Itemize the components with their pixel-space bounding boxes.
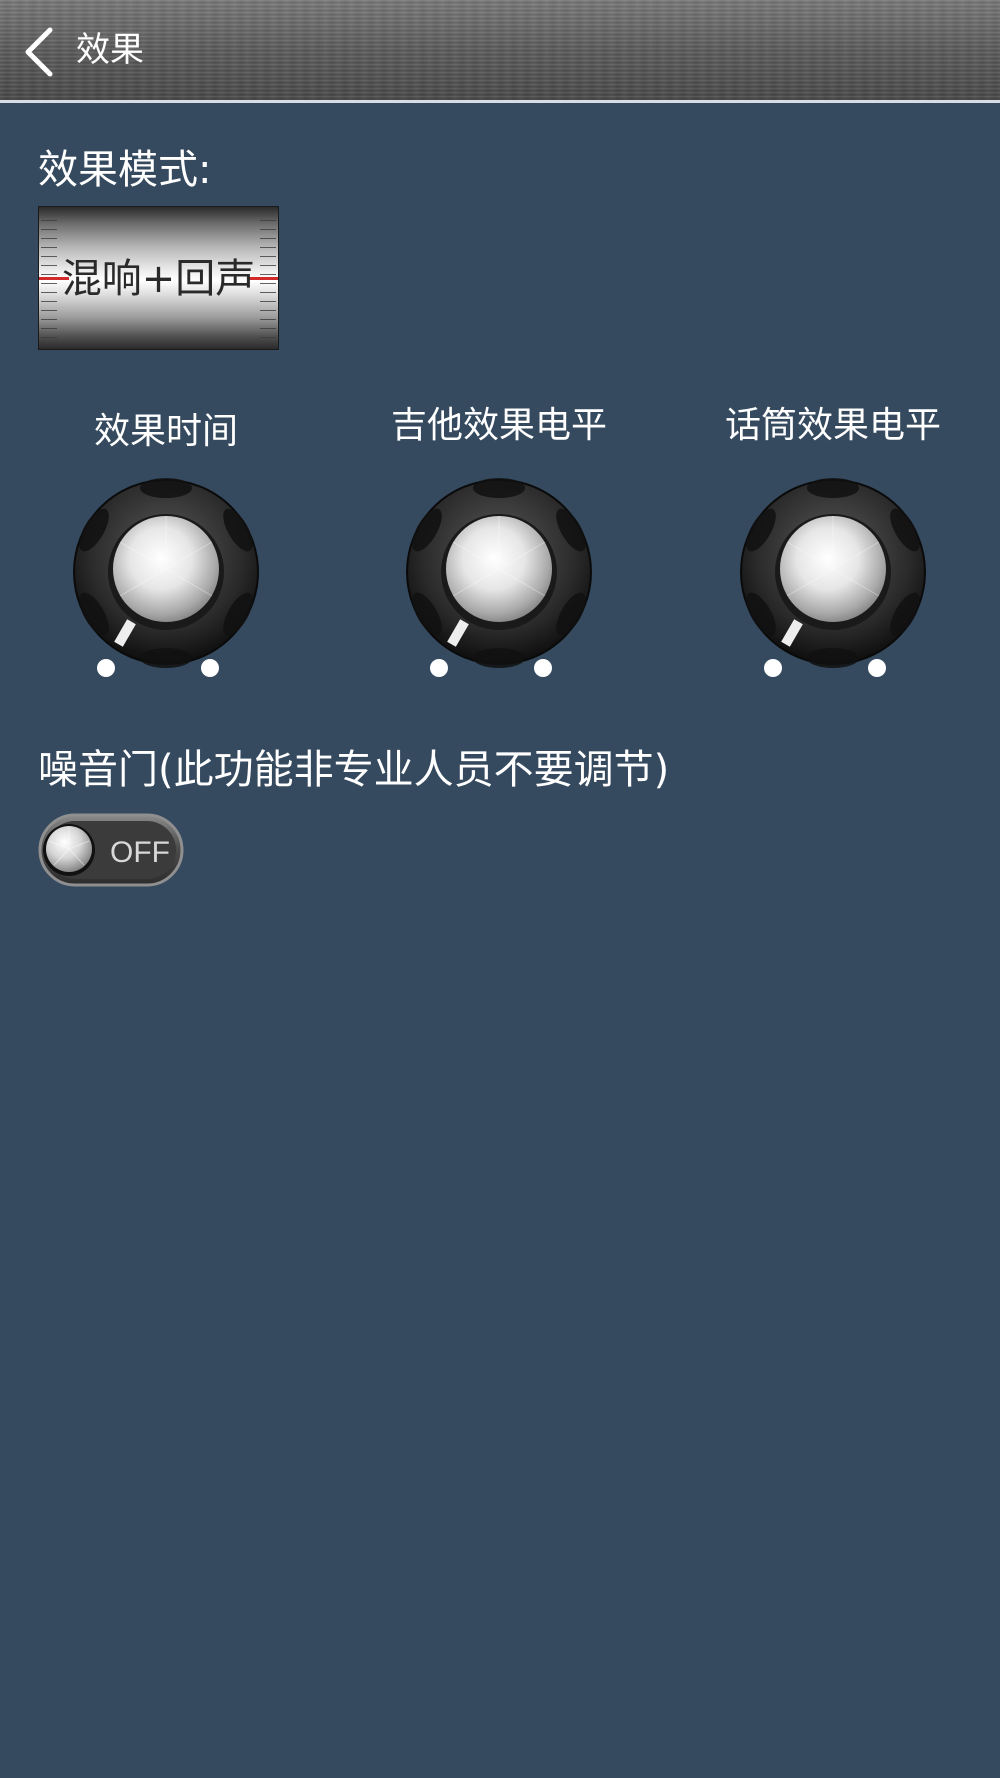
top-bar: 效果: [0, 0, 1000, 103]
effect-mode-selector[interactable]: 混响+回声: [38, 206, 279, 350]
back-button[interactable]: [18, 24, 68, 80]
knob-label-mic-effect: 话筒效果电平: [724, 405, 941, 446]
page-title: 效果: [76, 30, 144, 70]
toggle-state-text: OFF: [110, 836, 170, 869]
rotary-knob-icon[interactable]: [399, 478, 599, 678]
rotary-knob-icon[interactable]: [733, 478, 933, 678]
knob-group-mic-effect: 话筒效果电平: [725, 398, 941, 698]
effect-mode-label: 效果模式:: [38, 147, 212, 193]
knob-label-effect-time: 效果时间: [93, 411, 238, 452]
knob-label-guitar-effect: 吉他效果电平: [390, 405, 607, 446]
effect-mode-value: 混响+回声: [61, 256, 256, 302]
noise-gate-label: 噪音门(此功能非专业人员不要调节): [38, 747, 670, 793]
noise-gate-toggle[interactable]: OFF: [38, 813, 184, 887]
rotary-knob-icon[interactable]: [66, 478, 266, 678]
chevron-left-icon: [25, 27, 53, 77]
knob-group-effect-time: 效果时间: [66, 404, 266, 704]
knob-group-guitar-effect: 吉他效果电平: [391, 398, 607, 698]
